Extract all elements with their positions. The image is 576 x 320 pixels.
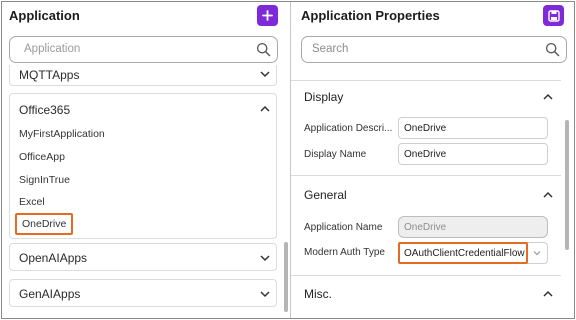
group-openaiapps[interactable]: OpenAIApps: [9, 243, 277, 271]
prop-label-application-name: Application Name: [304, 222, 383, 233]
section-display: Display Application Descri... OneDrive D…: [291, 80, 561, 175]
application-description-field[interactable]: OneDrive: [398, 117, 548, 139]
search-icon[interactable]: [545, 42, 560, 57]
properties-search-input[interactable]: Search: [301, 36, 567, 63]
list-item-myfirstapplication[interactable]: MyFirstApplication: [19, 128, 105, 140]
group-office365: Office365 MyFirstApplication OfficeApp S…: [9, 93, 277, 239]
search-icon[interactable]: [256, 42, 271, 57]
properties-panel: Application Properties Search Display Ap…: [291, 2, 574, 318]
properties-scrollbar[interactable]: [565, 120, 569, 250]
prop-label-modern-auth-type: Modern Auth Type: [304, 247, 385, 258]
modern-auth-type-select[interactable]: OAuthClientCredentialFlow: [398, 242, 548, 264]
section-title-general[interactable]: General: [304, 188, 347, 202]
group-label: OpenAIApps: [19, 251, 88, 265]
group-genaiapps[interactable]: GenAIApps: [9, 279, 277, 307]
chevron-down-icon[interactable]: [259, 252, 271, 264]
add-application-button[interactable]: [257, 5, 278, 26]
chevron-up-icon[interactable]: [259, 103, 271, 115]
chevron-up-icon[interactable]: [542, 91, 554, 103]
save-icon: [547, 9, 560, 22]
list-item-excel[interactable]: Excel: [19, 196, 45, 208]
prop-label-display-name: Display Name: [304, 149, 367, 160]
app-window: Application Application MQTTApps Office3…: [1, 1, 575, 319]
plus-icon: [262, 10, 273, 21]
section-misc: Misc.: [291, 275, 561, 318]
display-name-field[interactable]: OneDrive: [398, 143, 548, 165]
chevron-up-icon[interactable]: [542, 288, 554, 300]
section-general: General Application Name OneDrive Modern…: [291, 175, 561, 275]
group-label: GenAIApps: [19, 287, 81, 301]
application-search-input[interactable]: Application: [9, 36, 278, 63]
section-title-display[interactable]: Display: [304, 90, 343, 104]
chevron-up-icon[interactable]: [542, 189, 554, 201]
group-mqttapps[interactable]: MQTTApps: [9, 65, 277, 86]
application-panel-title: Application: [9, 8, 80, 23]
application-name-field: OneDrive: [398, 216, 548, 238]
group-label[interactable]: Office365: [19, 103, 70, 117]
group-label: MQTTApps: [19, 68, 80, 82]
chevron-down-icon[interactable]: [259, 68, 271, 80]
chevron-down-icon[interactable]: [532, 248, 542, 258]
application-tree: MQTTApps Office365 MyFirstApplication Of…: [9, 65, 279, 318]
modern-auth-type-value[interactable]: OAuthClientCredentialFlow: [398, 242, 528, 264]
section-title-misc[interactable]: Misc.: [304, 287, 332, 301]
save-button[interactable]: [543, 5, 564, 26]
list-item-officeapp[interactable]: OfficeApp: [19, 151, 65, 163]
properties-panel-title: Application Properties: [301, 8, 440, 23]
prop-label-application-description: Application Descri...: [304, 123, 393, 134]
application-tree-scrollbar[interactable]: [284, 242, 288, 312]
list-item-onedrive-selected[interactable]: OneDrive: [15, 213, 74, 235]
application-panel: Application Application MQTTApps Office3…: [2, 2, 290, 318]
chevron-down-icon[interactable]: [259, 288, 271, 300]
application-search-placeholder: Application: [24, 43, 81, 55]
list-item-signintrue[interactable]: SignInTrue: [19, 174, 70, 186]
properties-search-placeholder: Search: [312, 43, 349, 55]
